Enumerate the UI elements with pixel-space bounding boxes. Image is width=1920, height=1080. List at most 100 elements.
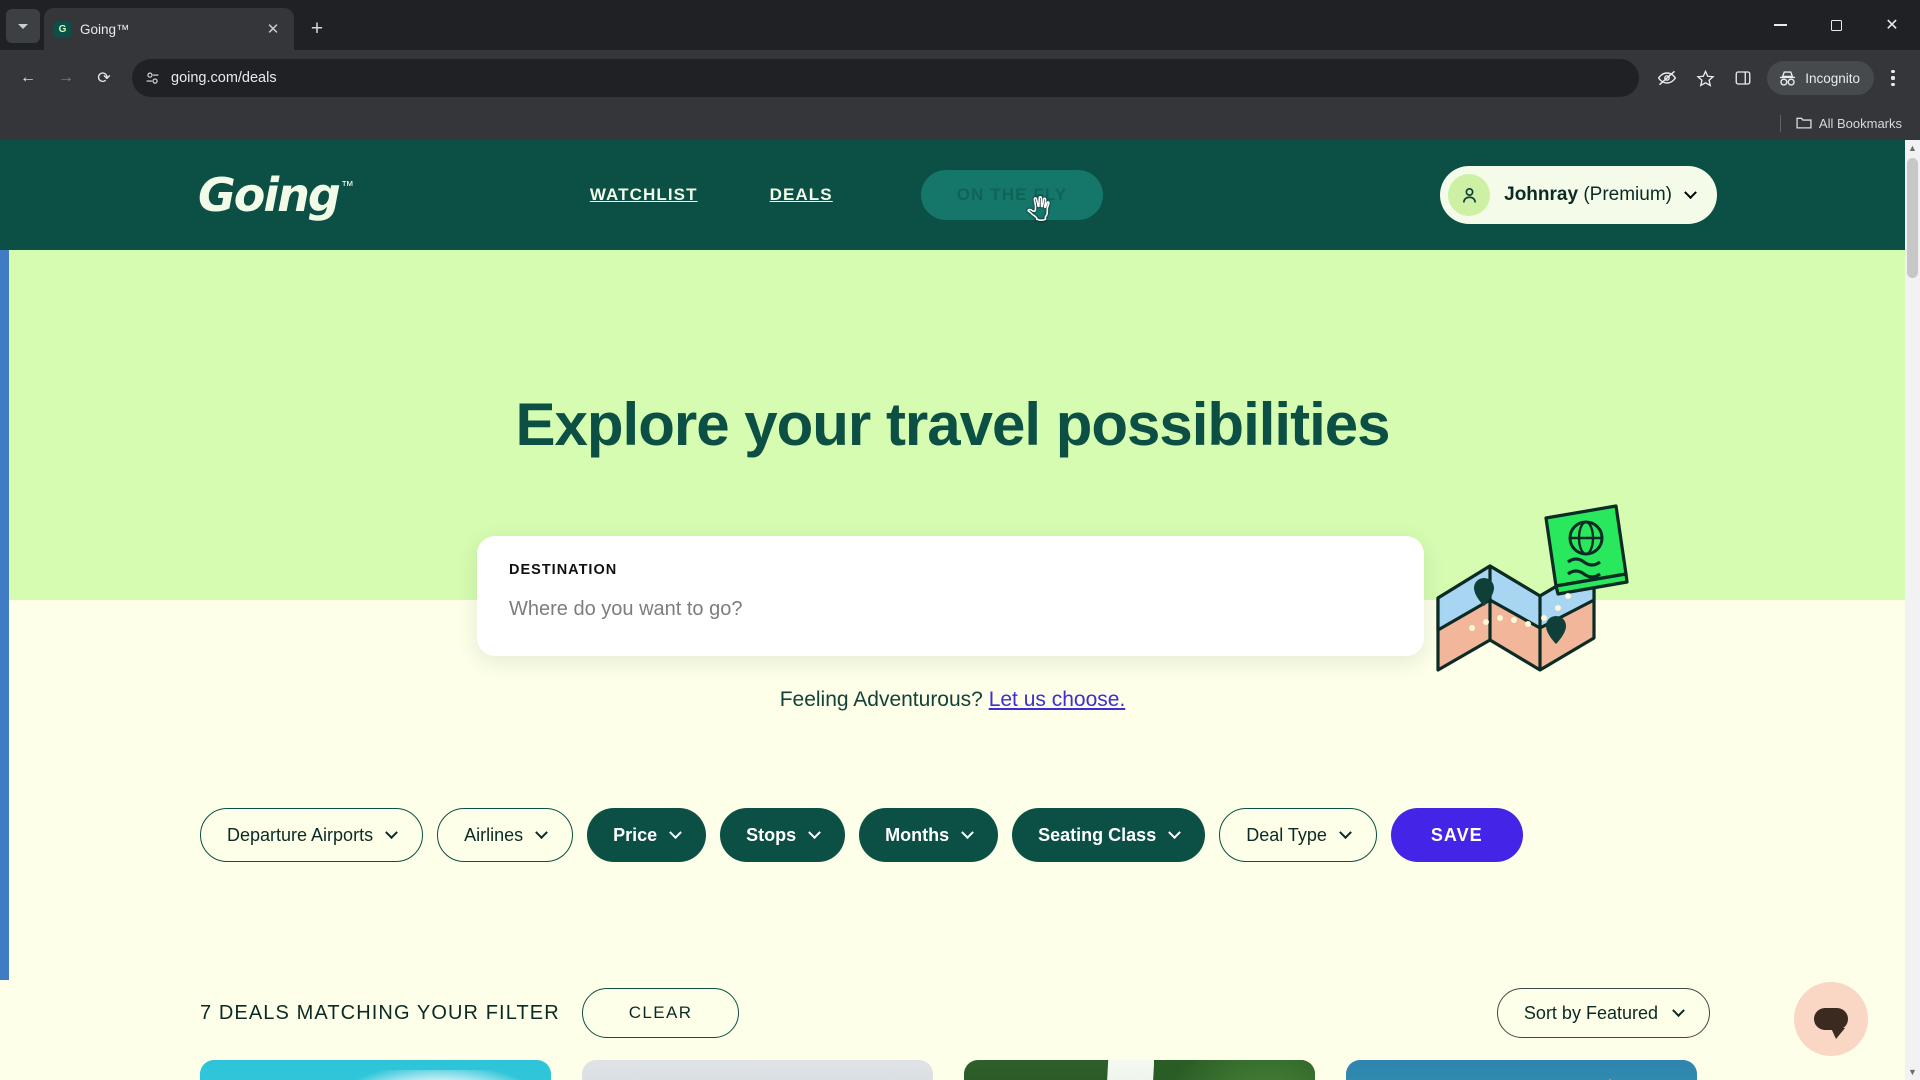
scroll-down-arrow[interactable]: ▼ [1905, 1064, 1920, 1080]
back-button[interactable]: ← [10, 60, 46, 96]
folder-icon [1796, 117, 1812, 129]
adventure-text: Feeling Adventurous? [779, 688, 983, 711]
toolbar-actions: Incognito [1649, 60, 1910, 96]
scroll-up-arrow[interactable]: ▲ [1905, 140, 1920, 156]
incognito-label: Incognito [1805, 70, 1860, 86]
logo-trademark: ™ [340, 178, 354, 193]
adventure-prompt: Feeling Adventurous? Let us choose. [0, 688, 1905, 712]
let-us-choose-link[interactable]: Let us choose. [989, 688, 1126, 711]
all-bookmarks-button[interactable]: All Bookmarks [1790, 113, 1908, 134]
deal-card[interactable]: Elite Only [964, 1060, 1315, 1080]
kebab-menu-icon[interactable] [1876, 60, 1910, 96]
tab-title: Going™ [80, 21, 130, 37]
tracking-protection-icon[interactable] [1649, 60, 1685, 96]
deal-card[interactable]: Elite Only [200, 1060, 551, 1080]
maximize-icon [1830, 19, 1842, 31]
chevron-down-icon [1684, 185, 1697, 199]
destination-search-card[interactable]: DESTINATION Where do you want to go? [477, 536, 1424, 656]
side-panel-icon[interactable] [1725, 60, 1761, 96]
site-header: Going ™ WATCHLIST DEALS ON THE FLY 🖑 Joh… [0, 140, 1905, 250]
filter-airlines[interactable]: Airlines [437, 808, 574, 862]
filter-price[interactable]: Price [587, 808, 707, 862]
incognito-hat-icon [1780, 71, 1796, 86]
page-settings-icon[interactable] [144, 70, 161, 87]
reload-button[interactable]: ⟳ [86, 60, 122, 96]
maximize-button[interactable] [1808, 0, 1864, 50]
clear-filters-button[interactable]: CLEAR [581, 988, 740, 1038]
filter-label: Seating Class [1038, 824, 1157, 845]
filter-label: Airlines [464, 824, 524, 845]
new-tab-button[interactable]: + [300, 11, 334, 45]
logo-wordmark: Going [198, 168, 341, 222]
chevron-down-icon [1339, 825, 1352, 839]
chevron-down-icon [18, 23, 28, 29]
sort-dropdown[interactable]: Sort by Featured [1496, 988, 1710, 1038]
filter-months[interactable]: Months [859, 808, 999, 862]
page-title: Explore your travel possibilities [515, 391, 1391, 458]
bookmark-star-icon[interactable] [1687, 60, 1723, 96]
person-icon [1462, 187, 1476, 203]
account-username: Johnray [1504, 184, 1579, 205]
focus-indicator [0, 250, 9, 980]
browser-tab[interactable]: G Going™ ✕ [44, 8, 294, 50]
close-window-button[interactable]: ✕ [1864, 0, 1920, 50]
deal-image-sky-with-clouds [200, 1060, 551, 1080]
site-nav: WATCHLIST DEALS ON THE FLY 🖑 [554, 170, 1104, 223]
chevron-down-icon [808, 825, 822, 839]
scrollbar-thumb[interactable] [1907, 158, 1918, 278]
minimize-button[interactable] [1752, 0, 1808, 50]
results-count: 7 DEALS MATCHING YOUR FILTER [200, 1001, 560, 1024]
deal-card[interactable]: Elite Only [582, 1060, 933, 1080]
browser-window: G Going™ ✕ + ✕ ← → ⟳ going.com/deals Inc… [0, 0, 1920, 1080]
nav-watchlist[interactable]: WATCHLIST [554, 185, 734, 205]
browser-toolbar: ← → ⟳ going.com/deals Incognito [0, 50, 1920, 106]
address-bar[interactable]: going.com/deals [132, 59, 1640, 97]
account-plan: (Premium) [1583, 184, 1672, 205]
tab-search-button[interactable] [6, 9, 40, 43]
deal-image-jungle-waterfall [964, 1060, 1315, 1080]
destination-input[interactable]: Where do you want to go? [509, 598, 1392, 621]
results-header: 7 DEALS MATCHING YOUR FILTER CLEAR [200, 988, 740, 1038]
save-button[interactable]: SAVE [1390, 808, 1523, 862]
filter-label: Stops [746, 824, 797, 845]
going-logo[interactable]: Going ™ [198, 172, 354, 218]
deal-image-coastal-rock-arch [1346, 1060, 1697, 1080]
avatar [1448, 174, 1491, 216]
window-controls: ✕ [1752, 0, 1920, 50]
folded-map-illustration [1436, 504, 1629, 672]
account-name: Johnray (Premium) [1504, 184, 1672, 206]
filter-deal-type[interactable]: Deal Type [1219, 808, 1377, 862]
chat-widget-button[interactable] [1794, 982, 1868, 1056]
mouse-cursor: 🖑 [1026, 198, 1052, 223]
destination-label: DESTINATION [509, 562, 618, 578]
filter-label: Deal Type [1246, 824, 1327, 845]
deal-image-mountain-and-ruins [582, 1060, 933, 1080]
close-icon[interactable]: ✕ [262, 18, 284, 40]
sort-label: Sort by Featured [1523, 1002, 1658, 1023]
bookmarks-divider [1779, 114, 1781, 132]
nav-deals[interactable]: DEALS [734, 185, 869, 205]
vertical-scrollbar[interactable]: ▲ ▼ [1905, 140, 1920, 1080]
filter-label: Price [613, 824, 658, 845]
filter-departure-airports[interactable]: Departure Airports [200, 808, 424, 862]
deal-card-grid: Elite Only Elite Only Elite Only [200, 1060, 1697, 1080]
chevron-down-icon [961, 825, 975, 839]
all-bookmarks-label: All Bookmarks [1818, 115, 1902, 131]
account-menu[interactable]: Johnray (Premium) [1440, 166, 1717, 224]
nav-on-the-fly[interactable]: ON THE FLY 🖑 [920, 170, 1104, 223]
incognito-indicator[interactable]: Incognito [1767, 61, 1874, 95]
filter-seating-class[interactable]: Seating Class [1012, 808, 1206, 862]
filter-label: Departure Airports [227, 824, 374, 845]
url-text: going.com/deals [171, 70, 277, 86]
deal-card[interactable]: Elite Only [1346, 1060, 1697, 1080]
filter-stops[interactable]: Stops [720, 808, 846, 862]
filter-bar: Departure Airports Airlines Price Stops … [200, 808, 1523, 862]
going-favicon: G [54, 20, 71, 38]
filter-label: Months [885, 824, 950, 845]
forward-button[interactable]: → [48, 60, 84, 96]
chevron-down-icon [535, 825, 548, 839]
chevron-down-icon [1168, 825, 1182, 839]
minimize-icon [1773, 24, 1787, 26]
bookmarks-bar: All Bookmarks [0, 106, 1920, 140]
tab-strip: G Going™ ✕ + ✕ [0, 0, 1920, 50]
